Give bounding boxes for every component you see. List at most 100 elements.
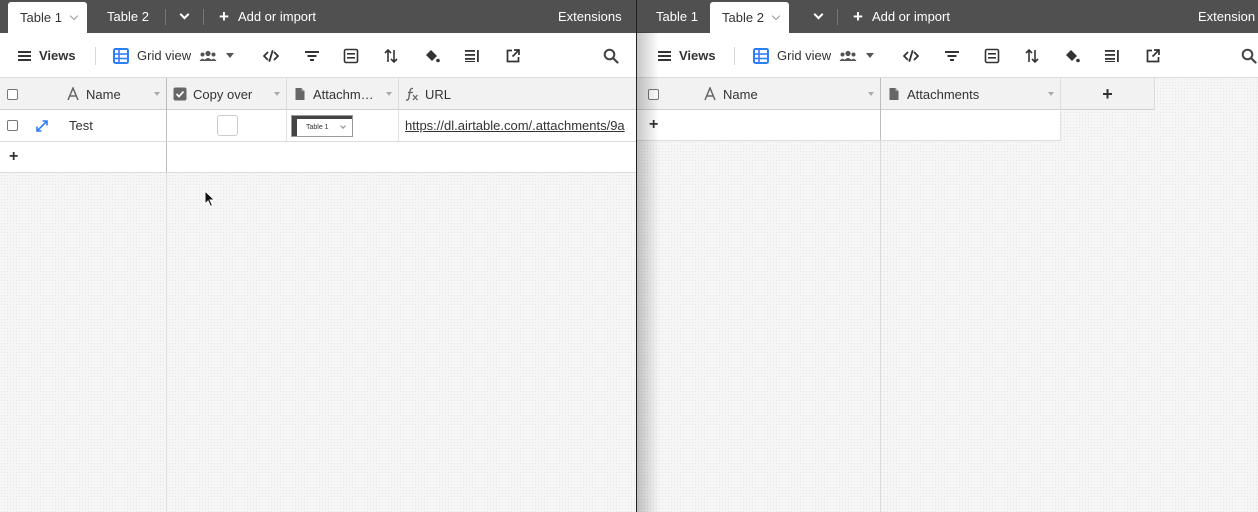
view-toolbar: Views Grid view — [0, 33, 636, 78]
sort-button[interactable] — [383, 33, 399, 78]
grid-header: Name Attachments + — [637, 78, 1155, 110]
add-row[interactable]: + — [0, 142, 636, 173]
tab-table-2[interactable]: Table 2 — [107, 0, 149, 33]
group-button[interactable] — [984, 33, 1000, 78]
add-row-button[interactable]: + — [0, 142, 167, 172]
caret-down-icon[interactable] — [386, 92, 392, 96]
color-button[interactable] — [424, 33, 440, 78]
column-header-label: Name — [723, 86, 758, 102]
caret-down-icon — [866, 53, 875, 58]
add-or-import-label: Add or import — [871, 9, 950, 24]
cell-attachments[interactable]: Table 1 — [287, 110, 399, 141]
share-view-button[interactable] — [1145, 33, 1161, 78]
grid-header: Name Copy over Attachm… URL — [0, 78, 636, 110]
column-header-label: Copy over — [193, 86, 253, 102]
row-checkbox[interactable] — [7, 120, 18, 131]
cell-url[interactable]: https://dl.airtable.com/.attachments/9a — [399, 110, 636, 141]
column-header-copy-over[interactable]: Copy over — [167, 78, 287, 110]
thumbnail-side-bar — [292, 115, 297, 136]
plus-icon: + — [649, 116, 659, 133]
row-height-button[interactable] — [464, 33, 480, 78]
tab-label: Table 1 — [656, 9, 698, 24]
add-or-import-button[interactable]: + Add or import — [219, 0, 316, 33]
grid-view-icon — [113, 47, 129, 64]
copy-over-checkbox[interactable] — [217, 115, 238, 136]
column-header-label: URL — [425, 86, 452, 102]
column-header-name[interactable]: Name — [60, 78, 167, 110]
add-row-button[interactable]: + — [637, 110, 881, 140]
add-field-button[interactable]: + — [1061, 78, 1155, 110]
hide-fields-button[interactable] — [263, 33, 279, 78]
view-switcher-button[interactable]: Grid view — [753, 33, 875, 78]
views-label: Views — [679, 48, 716, 63]
plus-icon: + — [1102, 84, 1113, 104]
filter-icon — [305, 50, 319, 61]
expand-record-icon[interactable] — [36, 119, 48, 132]
caret-down-icon[interactable] — [1048, 92, 1054, 96]
search-button[interactable] — [1241, 33, 1257, 78]
column-header-attachments[interactable]: Attachm… — [287, 78, 399, 110]
column-header-name[interactable]: Name — [697, 78, 881, 110]
attachment-thumbnail[interactable]: Table 1 — [291, 114, 353, 137]
add-row[interactable]: + — [637, 110, 1061, 141]
chevron-down-icon[interactable] — [69, 11, 79, 20]
tab-separator — [837, 9, 838, 25]
color-button[interactable] — [1064, 33, 1080, 78]
column-header-url[interactable]: URL — [399, 78, 636, 110]
filter-button[interactable] — [944, 33, 960, 78]
filter-button[interactable] — [304, 33, 320, 78]
views-button[interactable]: Views — [658, 33, 716, 78]
row-height-button[interactable] — [1104, 33, 1120, 78]
tab-table-2[interactable]: Table 2 — [710, 2, 789, 33]
sort-icon — [384, 48, 398, 63]
caret-down-icon[interactable] — [868, 92, 874, 96]
mouse-cursor-icon — [204, 190, 216, 208]
table-row[interactable]: Test Table 1 https://dl.airtable.com/.at… — [0, 110, 636, 142]
view-switcher-button[interactable]: Grid view — [113, 33, 235, 78]
grid: Name Copy over Attachm… URL Test Table 1… — [0, 78, 636, 512]
all-tables-chevron-icon[interactable] — [171, 0, 197, 33]
tab-table-1[interactable]: Table 1 — [656, 0, 698, 33]
grid: Name Attachments + + — [637, 78, 1258, 512]
toolbar-separator — [734, 47, 735, 65]
views-label: Views — [39, 48, 76, 63]
text-field-icon — [67, 87, 79, 101]
caret-down-icon[interactable] — [274, 92, 280, 96]
thumbnail-label: Table 1 — [306, 123, 329, 131]
thumbnail-top-bar — [292, 115, 352, 119]
tab-label: Table 1 — [20, 10, 62, 25]
sort-button[interactable] — [1024, 33, 1040, 78]
column-header-attachments[interactable]: Attachments — [881, 78, 1061, 110]
url-link[interactable]: https://dl.airtable.com/.attachments/9a — [405, 118, 625, 133]
chevron-down-icon[interactable] — [771, 11, 781, 20]
row-height-icon — [465, 49, 479, 62]
select-all-checkbox[interactable] — [7, 88, 18, 100]
share-view-icon — [506, 48, 520, 62]
search-button[interactable] — [603, 33, 619, 78]
hide-fields-button[interactable] — [903, 33, 919, 78]
chevron-down-icon — [340, 122, 346, 129]
tab-table-1[interactable]: Table 1 — [8, 2, 87, 33]
extensions-button[interactable]: Extension — [1198, 0, 1255, 33]
plus-icon: + — [9, 148, 19, 165]
views-button[interactable]: Views — [18, 33, 76, 78]
menu-icon — [18, 50, 31, 61]
menu-icon — [658, 50, 671, 61]
table-tab-bar: Table 1 Table 2 + Add or import Extensio… — [637, 0, 1258, 33]
column-header-label: Attachm… — [313, 86, 374, 102]
select-all-checkbox[interactable] — [648, 88, 659, 100]
plus-icon: + — [853, 7, 863, 26]
caret-down-icon[interactable] — [154, 92, 160, 96]
add-or-import-button[interactable]: + Add or import — [853, 0, 950, 33]
plus-icon: + — [219, 7, 229, 26]
group-button[interactable] — [343, 33, 359, 78]
table-tab-bar: Table 1 Table 2 + Add or import Extensio… — [0, 0, 636, 33]
all-tables-chevron-icon[interactable] — [805, 0, 831, 33]
extensions-label: Extensions — [558, 9, 622, 24]
cell-copy-over[interactable] — [167, 110, 287, 141]
right-window: Table 1 Table 2 + Add or import Extensio… — [637, 0, 1258, 512]
extensions-button[interactable]: Extensions — [558, 0, 622, 33]
share-view-icon — [1146, 48, 1160, 62]
cell-name[interactable]: Test — [60, 110, 167, 141]
share-view-button[interactable] — [505, 33, 521, 78]
